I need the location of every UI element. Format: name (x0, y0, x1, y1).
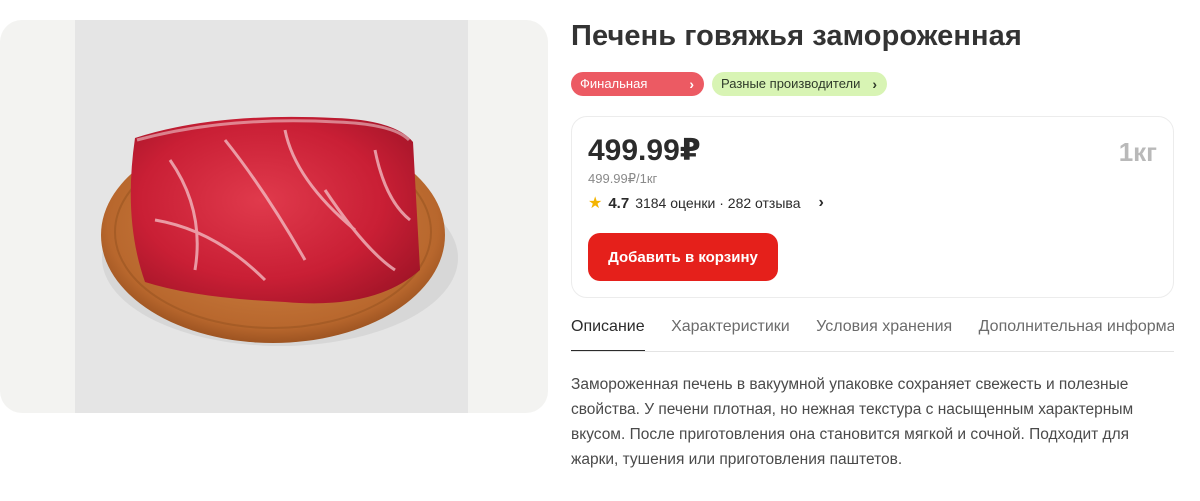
chevron-right-icon: › (872, 76, 877, 92)
manufacturers-badge[interactable]: Разные производители › (712, 72, 887, 96)
rating-score: 4.7 (608, 194, 630, 212)
product-image (101, 116, 458, 346)
unit-price: 499.99₽/1кг (588, 171, 658, 186)
manufacturers-badge-label: Разные производители (721, 76, 861, 91)
chevron-right-icon: › (818, 194, 824, 211)
final-price-badge-label: Финальная цена (580, 76, 648, 115)
product-description: Замороженная печень в вакуумной упаковке… (571, 376, 1134, 468)
rating-summary[interactable]: ★ 4.7 3184 оценки · 282 отзыва › (588, 193, 824, 213)
final-price-badge[interactable]: Финальная цена › (571, 72, 704, 115)
tab-characteristics[interactable]: Характеристики (671, 310, 790, 351)
tab-description[interactable]: Описание (571, 310, 645, 351)
tab-storage-conditions[interactable]: Условия хранения (816, 310, 952, 351)
product-tabs: Описание Характеристики Условия хранения… (571, 310, 1174, 352)
price: 499.99₽ (588, 134, 701, 167)
chevron-right-icon: › (689, 76, 694, 92)
package-weight: 1кг (1118, 137, 1157, 167)
star-icon: ★ (588, 195, 603, 212)
product-title: Печень говяжья замороженная (571, 20, 1022, 52)
tab-additional-info[interactable]: Дополнительная информация (979, 310, 1174, 351)
rating-counts: 3184 оценки · 282 отзыва (635, 195, 801, 211)
add-to-cart-button[interactable]: Добавить в корзину (588, 233, 778, 281)
product-gallery[interactable] (0, 20, 548, 413)
price-card: 499.99₽ 1кг 499.99₽/1кг ★ 4.7 3184 оценк… (571, 116, 1174, 298)
